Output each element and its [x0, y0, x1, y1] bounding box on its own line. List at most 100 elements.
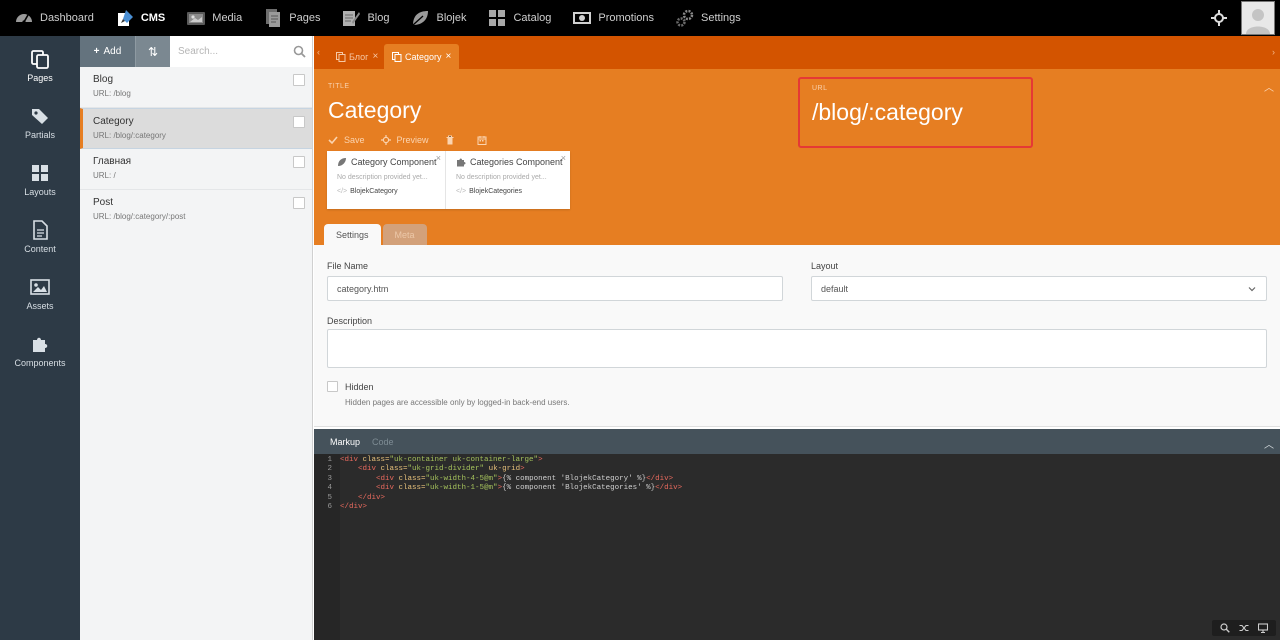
media-icon — [187, 12, 206, 25]
delete-button[interactable] — [445, 135, 461, 145]
hidden-checkbox[interactable] — [327, 381, 338, 392]
code-token: class= — [394, 474, 426, 483]
code-token: </div> — [340, 502, 368, 511]
search-box — [170, 36, 312, 67]
preview-button[interactable]: Preview — [380, 135, 429, 145]
topnav-pages[interactable]: Pages — [263, 0, 320, 36]
code-token: <div — [376, 484, 395, 493]
save-button[interactable]: Save — [328, 135, 365, 145]
user-avatar[interactable] — [1241, 1, 1275, 35]
topnav-dashboard[interactable]: Dashboard — [14, 0, 94, 36]
search-icon[interactable] — [1220, 623, 1231, 633]
list-item-blog[interactable]: Blog URL: /blog — [80, 67, 312, 108]
components-bar: Category Component No description provid… — [327, 151, 570, 209]
list-item-checkbox[interactable] — [293, 74, 305, 86]
tab-label: Блог — [349, 51, 369, 62]
topnav-settings[interactable]: Settings — [675, 0, 741, 36]
code-icon: </> — [456, 188, 467, 195]
top-navigation-bar: Dashboard CMS Media Pages Blog Blojek Ca… — [0, 0, 1280, 36]
tab-settings[interactable]: Settings — [324, 224, 381, 245]
plus-icon: + — [93, 46, 100, 57]
file-name-label: File Name — [327, 261, 369, 271]
topnav-blog[interactable]: Blog — [341, 0, 389, 36]
settings-tabs: Settings Meta — [324, 224, 429, 245]
tab-category[interactable]: Category × — [384, 44, 460, 69]
sidebar-item-label: Content — [24, 243, 56, 254]
sidebar-item-components[interactable]: Components — [0, 322, 80, 379]
description-label: Description — [327, 316, 373, 326]
list-item-checkbox[interactable] — [293, 156, 305, 168]
topnav-cms[interactable]: CMS — [115, 0, 165, 36]
close-icon[interactable]: × — [561, 153, 566, 163]
url-highlight-box: URL /blog/:category — [798, 77, 1033, 148]
code-editor[interactable]: 1 2 3 4 5 6 <div class="uk-container uk-… — [314, 454, 1280, 640]
topnav-promotions[interactable]: Promotions — [572, 0, 654, 36]
list-item-home[interactable]: Главная URL: / — [80, 149, 312, 190]
settings-icon — [676, 9, 694, 27]
search-input[interactable] — [170, 36, 312, 67]
layout-select[interactable]: default — [811, 276, 1267, 301]
url-label: URL — [812, 85, 828, 92]
close-icon[interactable]: × — [436, 153, 441, 163]
top-nav: Dashboard CMS Media Pages Blog Blojek Ca… — [0, 0, 762, 36]
page-title-input[interactable]: Category — [328, 97, 421, 124]
code-token: > — [520, 465, 525, 474]
component-card-category[interactable]: Category Component No description provid… — [327, 151, 446, 209]
sidebar-item-partials[interactable]: Partials — [0, 94, 80, 151]
topnav-label: Blojek — [436, 12, 467, 24]
pages-icon — [31, 49, 49, 69]
code-token: > — [538, 456, 543, 464]
monitor-icon[interactable] — [1257, 623, 1268, 633]
puzzle-icon — [457, 158, 466, 167]
tab-markup[interactable]: Markup — [330, 437, 360, 447]
close-icon[interactable]: × — [446, 51, 452, 62]
page-url-input[interactable]: /blog/:category — [812, 99, 963, 126]
sidebar-item-label: Partials — [24, 129, 55, 140]
component-description: No description provided yet... — [456, 174, 547, 181]
file-name-field[interactable]: category.htm — [327, 276, 783, 301]
component-name-text: Categories Component — [470, 157, 563, 167]
tab-blog[interactable]: Блог × — [328, 44, 386, 69]
topnav-label: Dashboard — [40, 12, 94, 24]
topnav-label: Catalog — [513, 12, 552, 24]
tab-code[interactable]: Code — [372, 437, 394, 447]
topnav-label: CMS — [140, 12, 166, 24]
topnav-catalog[interactable]: Catalog — [487, 0, 551, 36]
close-icon[interactable]: × — [372, 51, 378, 62]
tab-scroll-left-icon[interactable]: ‹ — [317, 47, 320, 57]
blojek-leaf-icon — [413, 11, 429, 26]
code-token: </div> — [655, 484, 683, 493]
component-description: No description provided yet... — [337, 174, 428, 181]
line-number: 3 — [327, 474, 332, 483]
list-item-checkbox[interactable] — [293, 116, 305, 128]
topnav-media[interactable]: Media — [186, 0, 242, 36]
collapse-code-icon[interactable]: ︿ — [1264, 436, 1274, 451]
search-icon[interactable] — [293, 45, 306, 58]
component-card-categories[interactable]: Categories Component No description prov… — [446, 151, 570, 209]
topnav-blojek[interactable]: Blojek — [410, 0, 466, 36]
description-textarea[interactable] — [327, 329, 1267, 368]
crosshair-settings-icon[interactable] — [1211, 10, 1227, 26]
tab-scroll-right-icon[interactable]: › — [1272, 47, 1275, 57]
sidebar-item-content[interactable]: Content — [0, 208, 80, 265]
list-item-checkbox[interactable] — [293, 197, 305, 209]
schedule-button[interactable] — [477, 135, 493, 145]
list-item-post[interactable]: Post URL: /blog/:category/:post — [80, 190, 312, 231]
list-item-category[interactable]: Category URL: /blog/:category — [80, 108, 312, 149]
component-alias: </> BlojekCategories — [456, 188, 570, 195]
collapse-header-icon[interactable]: ︿ — [1264, 79, 1274, 94]
sidebar-item-assets[interactable]: Assets — [0, 265, 80, 322]
sort-icon: ⇅ — [147, 44, 159, 59]
sidebar-item-layouts[interactable]: Layouts — [0, 151, 80, 208]
add-page-button[interactable]: + Add — [80, 36, 135, 67]
tab-meta[interactable]: Meta — [382, 224, 427, 245]
sort-button[interactable]: ⇅ — [135, 36, 170, 67]
sidebar-item-pages[interactable]: Pages — [0, 37, 80, 94]
catalog-icon — [489, 10, 506, 26]
content-file-icon — [33, 219, 48, 240]
shuffle-icon[interactable] — [1239, 623, 1249, 633]
topnav-label: Blog — [367, 12, 390, 24]
